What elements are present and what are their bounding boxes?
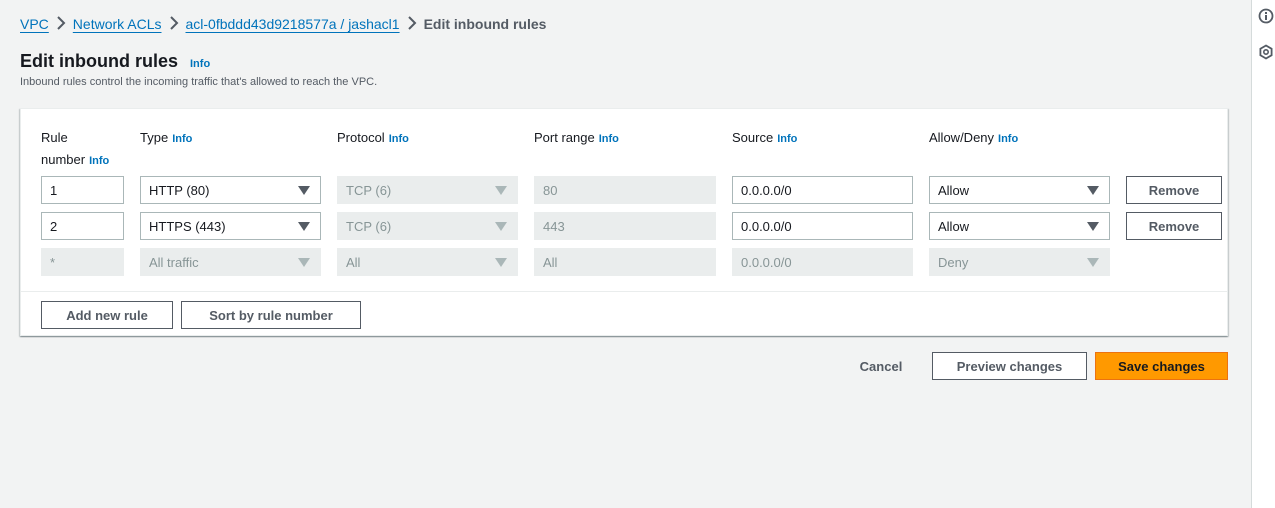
protocol-select: TCP (6) <box>337 212 518 240</box>
remove-rule-button[interactable]: Remove <box>1126 212 1222 240</box>
default-protocol-select: All <box>337 248 518 276</box>
default-type-value: All traffic <box>149 254 199 270</box>
page-description: Inbound rules control the incoming traff… <box>20 76 378 88</box>
preview-changes-button[interactable]: Preview changes <box>932 352 1087 380</box>
column-header-port-range: Port range Info <box>534 127 619 150</box>
port-range-input: 443 <box>534 212 716 240</box>
breadcrumb-current: Edit inbound rules <box>423 16 547 32</box>
caret-down-icon <box>298 258 310 267</box>
source-input[interactable]: 0.0.0.0/0 <box>732 212 913 240</box>
column-header-protocol: Protocol Info <box>337 127 409 150</box>
allow-deny-select[interactable]: Allow <box>929 176 1110 204</box>
inbound-rules-panel: Rule number Info Type Info Protocol Info Po… <box>20 108 1228 336</box>
column-header-label: Protocol <box>337 130 385 145</box>
page-title: Edit inbound rules <box>20 51 178 71</box>
protocol-select-value: TCP (6) <box>346 182 392 198</box>
default-rule-number: * <box>41 248 124 276</box>
settings-icon[interactable] <box>1258 44 1274 60</box>
right-rail <box>1251 0 1275 508</box>
column-header-label: Port range <box>534 130 595 145</box>
caret-down-icon <box>495 186 507 195</box>
rule-number-input[interactable]: 2 <box>41 212 124 240</box>
caret-down-icon <box>298 186 310 195</box>
port-range-input: 80 <box>534 176 716 204</box>
default-port-range: All <box>534 248 716 276</box>
info-icon[interactable] <box>1258 8 1274 24</box>
default-allow-deny-value: Deny <box>938 254 969 270</box>
breadcrumb-acl[interactable]: acl-0fbddd43d9218577a / jashacl1 <box>186 16 400 32</box>
main-content: VPC Network ACLs acl-0fbddd43d9218577a /… <box>0 0 1251 508</box>
type-info-link[interactable]: Info <box>172 133 192 145</box>
allow-deny-select-value: Allow <box>938 218 970 234</box>
port-range-info-link[interactable]: Info <box>599 133 619 145</box>
column-header-type: Type Info <box>140 127 192 150</box>
default-source: 0.0.0.0/0 <box>732 248 913 276</box>
protocol-select: TCP (6) <box>337 176 518 204</box>
chevron-right-icon <box>162 15 186 33</box>
type-select[interactable]: HTTPS (443) <box>140 212 321 240</box>
remove-rule-button[interactable]: Remove <box>1126 176 1222 204</box>
default-allow-deny-select: Deny <box>929 248 1110 276</box>
chevron-right-icon <box>400 15 424 33</box>
caret-down-icon <box>298 222 310 231</box>
allow-deny-select[interactable]: Allow <box>929 212 1110 240</box>
type-select-value: HTTPS (443) <box>149 218 226 234</box>
allow-deny-info-link[interactable]: Info <box>998 133 1018 145</box>
caret-down-icon <box>495 258 507 267</box>
caret-down-icon <box>1087 222 1099 231</box>
column-header-rule-number: Rule number Info <box>41 127 109 172</box>
breadcrumb-network-acls[interactable]: Network ACLs <box>73 16 162 32</box>
caret-down-icon <box>495 222 507 231</box>
type-select[interactable]: HTTP (80) <box>140 176 321 204</box>
allow-deny-select-value: Allow <box>938 182 970 198</box>
type-select-value: HTTP (80) <box>149 182 210 198</box>
cancel-button[interactable]: Cancel <box>846 352 916 380</box>
title-info-link[interactable]: Info <box>190 58 210 70</box>
column-header-allow-deny: Allow/Deny Info <box>929 127 1018 150</box>
column-header-label: Source <box>732 130 774 145</box>
column-header-source: Source Info <box>732 127 797 150</box>
default-protocol-value: All <box>346 254 361 270</box>
save-changes-button[interactable]: Save changes <box>1095 352 1228 380</box>
page-header: Edit inbound rules Info <box>20 51 210 72</box>
column-header-label: Type <box>140 130 169 145</box>
column-header-label: Allow/Deny <box>929 130 995 145</box>
source-input[interactable]: 0.0.0.0/0 <box>732 176 913 204</box>
column-header-label: Rule <box>41 130 68 145</box>
source-info-link[interactable]: Info <box>777 133 797 145</box>
chevron-right-icon <box>49 15 73 33</box>
breadcrumb: VPC Network ACLs acl-0fbddd43d9218577a /… <box>20 14 546 34</box>
caret-down-icon <box>1087 186 1099 195</box>
add-new-rule-button[interactable]: Add new rule <box>41 301 173 329</box>
breadcrumb-vpc[interactable]: VPC <box>20 16 49 32</box>
rule-number-info-link[interactable]: Info <box>89 155 109 167</box>
protocol-info-link[interactable]: Info <box>389 133 409 145</box>
column-header-label: number <box>41 152 86 167</box>
protocol-select-value: TCP (6) <box>346 218 392 234</box>
panel-divider <box>21 291 1227 292</box>
sort-by-rule-number-button[interactable]: Sort by rule number <box>181 301 361 329</box>
rule-number-input[interactable]: 1 <box>41 176 124 204</box>
caret-down-icon <box>1087 258 1099 267</box>
default-type-select: All traffic <box>140 248 321 276</box>
